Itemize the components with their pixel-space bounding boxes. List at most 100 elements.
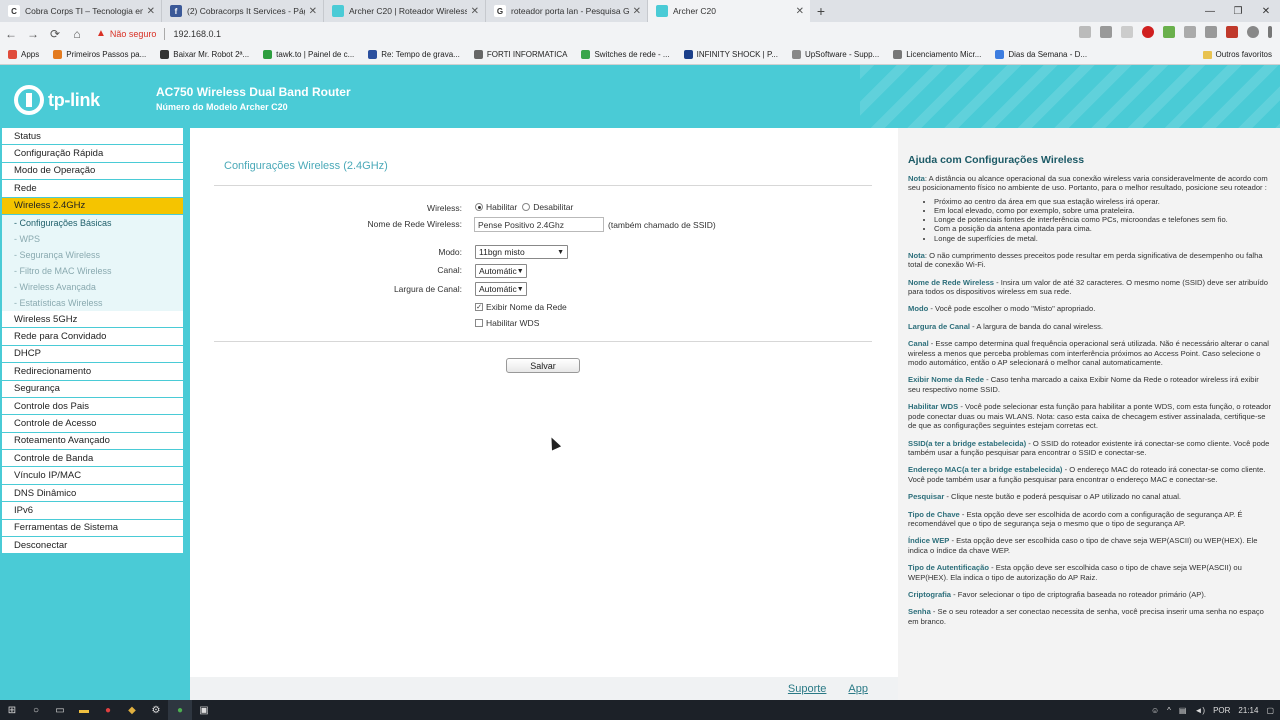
sidebar-item[interactable]: Roteamento Avançado xyxy=(2,432,183,451)
bookmark-icon xyxy=(581,50,591,59)
sidebar-item[interactable]: Segurança xyxy=(2,380,183,398)
browser-tab[interactable]: C Cobra Corps TI – Tecnologia em ✕ xyxy=(0,0,162,22)
sidebar-subitem[interactable]: - Segurança Wireless xyxy=(2,246,183,263)
app-link[interactable]: App xyxy=(848,683,868,695)
star-icon[interactable] xyxy=(1121,26,1133,38)
sidebar-item[interactable]: Vínculo IP/MAC xyxy=(2,467,183,485)
extension-icon[interactable] xyxy=(1184,26,1196,38)
clock[interactable]: 21:14 xyxy=(1238,706,1258,715)
chevron-up-icon[interactable]: ^ xyxy=(1167,706,1171,715)
close-window-button[interactable]: ✕ xyxy=(1252,0,1280,22)
close-tab-icon[interactable]: ✕ xyxy=(147,6,155,17)
enable-radio[interactable] xyxy=(475,203,483,211)
search-icon[interactable]: ○ xyxy=(24,700,48,720)
chrome-taskbar-icon[interactable]: ● xyxy=(168,700,192,720)
sidebar-item[interactable]: Rede xyxy=(2,180,183,198)
sidebar-item[interactable]: Desconectar xyxy=(2,537,183,555)
sidebar-item[interactable]: Controle de Acesso xyxy=(2,415,183,433)
sidebar-item[interactable]: DHCP xyxy=(2,345,183,364)
menu-icon[interactable] xyxy=(1268,26,1272,38)
close-tab-icon[interactable]: ✕ xyxy=(796,6,804,17)
opera-icon[interactable] xyxy=(1142,26,1154,38)
record-app-icon[interactable]: ● xyxy=(96,700,120,720)
sidebar-item[interactable]: Redirecionamento xyxy=(2,363,183,381)
translate-icon[interactable] xyxy=(1079,26,1091,38)
save-button[interactable]: Salvar xyxy=(506,358,580,373)
sidebar-item[interactable]: Configuração Rápida xyxy=(2,145,183,163)
url-text[interactable]: 192.168.0.1 xyxy=(173,29,221,39)
browser-tab[interactable]: f (2) Cobracorps It Services - Págin ✕ xyxy=(162,0,324,22)
browser-tab[interactable]: Archer C20 | Roteador Wireless D ✕ xyxy=(324,0,486,22)
language-indicator[interactable]: POR xyxy=(1213,706,1230,715)
pdf-icon[interactable] xyxy=(1226,26,1238,38)
file-explorer-icon[interactable]: ▬ xyxy=(72,700,96,720)
channel-select[interactable]: Automátic ▼ xyxy=(475,264,527,278)
bookmark-item[interactable]: Apps xyxy=(8,50,39,59)
chrome-alt-icon[interactable]: ◆ xyxy=(120,700,144,720)
sidebar-item[interactable]: Modo de Operação xyxy=(2,162,183,181)
task-view-icon[interactable]: ▭ xyxy=(48,700,72,720)
disable-radio[interactable] xyxy=(522,203,531,211)
sidebar-item[interactable]: Rede para Convidado xyxy=(2,328,183,346)
bookmark-item[interactable]: INFINITY SHOCK | P... xyxy=(683,50,778,59)
bookmark-item[interactable]: tawk.to | Painel de c... xyxy=(263,50,354,59)
ssid-input[interactable]: Pense Positivo 2.4Ghz xyxy=(474,217,604,232)
volume-icon[interactable]: ◄) xyxy=(1194,706,1205,715)
sidebar-item[interactable]: Controle dos Pais xyxy=(2,397,183,416)
bookmark-item[interactable]: Primeiros Passos pa... xyxy=(53,50,146,59)
sidebar-item[interactable]: DNS Dinâmico xyxy=(2,484,183,503)
close-tab-icon[interactable]: ✕ xyxy=(309,6,317,17)
home-icon[interactable]: ⌂ xyxy=(66,27,88,41)
sidebar-item[interactable]: Wireless 2.4GHz xyxy=(2,197,183,215)
wds-checkbox[interactable] xyxy=(475,319,483,327)
windows-start-icon[interactable]: ⊞ xyxy=(0,700,24,720)
enable-radio-label: Habilitar xyxy=(486,202,518,212)
new-tab-button[interactable]: + xyxy=(810,0,832,22)
omnibox[interactable]: ▲ Não seguro 192.168.0.1 xyxy=(96,25,996,42)
close-tab-icon[interactable]: ✕ xyxy=(633,6,641,17)
broadcast-checkbox[interactable]: ✓ xyxy=(475,303,483,311)
bookmark-item[interactable]: UpSoftware - Supp... xyxy=(791,50,879,59)
android-icon[interactable] xyxy=(1163,26,1175,38)
sidebar-subitem[interactable]: - Estatísticas Wireless xyxy=(2,294,183,311)
profile-icon[interactable] xyxy=(1247,26,1259,38)
settings-icon[interactable]: ⚙ xyxy=(144,700,168,720)
people-icon[interactable]: ☺ xyxy=(1151,706,1159,715)
reload-icon[interactable]: ⟳ xyxy=(44,27,66,41)
sidebar-item[interactable]: Controle de Banda xyxy=(2,450,183,468)
browser-tab[interactable]: Groteador porta lan - Pesquisa Go ✕ xyxy=(486,0,648,22)
bookmark-item[interactable]: Switches de rede - ... xyxy=(581,50,670,59)
tp-link-logo: tp-link xyxy=(14,85,100,115)
sidebar-item[interactable]: IPv6 xyxy=(2,502,183,520)
network-icon[interactable]: ▤ xyxy=(1179,706,1187,715)
browser-tab[interactable]: Archer C20 ✕ xyxy=(648,0,810,22)
back-icon[interactable]: ← xyxy=(0,27,22,41)
sidebar-item[interactable]: Ferramentas de Sistema xyxy=(2,519,183,538)
terminal-icon[interactable]: ▣ xyxy=(192,700,216,720)
bookmark-item[interactable]: Baixar Mr. Robot 2ª... xyxy=(160,50,249,59)
close-tab-icon[interactable]: ✕ xyxy=(471,6,479,17)
support-link[interactable]: Suporte xyxy=(788,683,827,695)
sidebar-subitem[interactable]: - WPS xyxy=(2,230,183,247)
bookmark-item[interactable]: Dias da Semana - D... xyxy=(995,50,1087,59)
sidebar-subitem[interactable]: - Configurações Básicas xyxy=(2,214,183,231)
key-icon[interactable] xyxy=(1100,26,1112,38)
bookmarks-bar: Apps Primeiros Passos pa... Baixar Mr. Rob… xyxy=(0,45,1280,65)
bookmark-item[interactable]: FORTI INFORMATICA xyxy=(473,50,567,59)
mode-select[interactable]: 11bgn misto ▼ xyxy=(475,245,568,259)
forward-icon[interactable]: → xyxy=(22,27,44,41)
bookmark-item[interactable]: Re: Tempo de grava... xyxy=(368,50,460,59)
tab-title: Archer C20 xyxy=(673,6,716,16)
other-bookmarks[interactable]: Outros favoritos xyxy=(1202,50,1272,59)
cast-icon[interactable] xyxy=(1205,26,1217,38)
channel-width-select[interactable]: Automátic ▼ xyxy=(475,282,527,296)
sidebar-subitem[interactable]: - Filtro de MAC Wireless xyxy=(2,262,183,279)
maximize-button[interactable]: ❐ xyxy=(1224,0,1252,22)
notifications-icon[interactable]: ▢ xyxy=(1266,706,1274,715)
help-paragraph: Tipo de Chave - Esta opção deve ser esco… xyxy=(908,510,1272,529)
bookmark-item[interactable]: Licenciamento Micr... xyxy=(893,50,981,59)
sidebar-item[interactable]: Status xyxy=(2,128,183,146)
sidebar-subitem[interactable]: - Wireless Avançada xyxy=(2,278,183,295)
sidebar-item[interactable]: Wireless 5GHz xyxy=(2,310,183,329)
minimize-button[interactable]: — xyxy=(1196,0,1224,22)
